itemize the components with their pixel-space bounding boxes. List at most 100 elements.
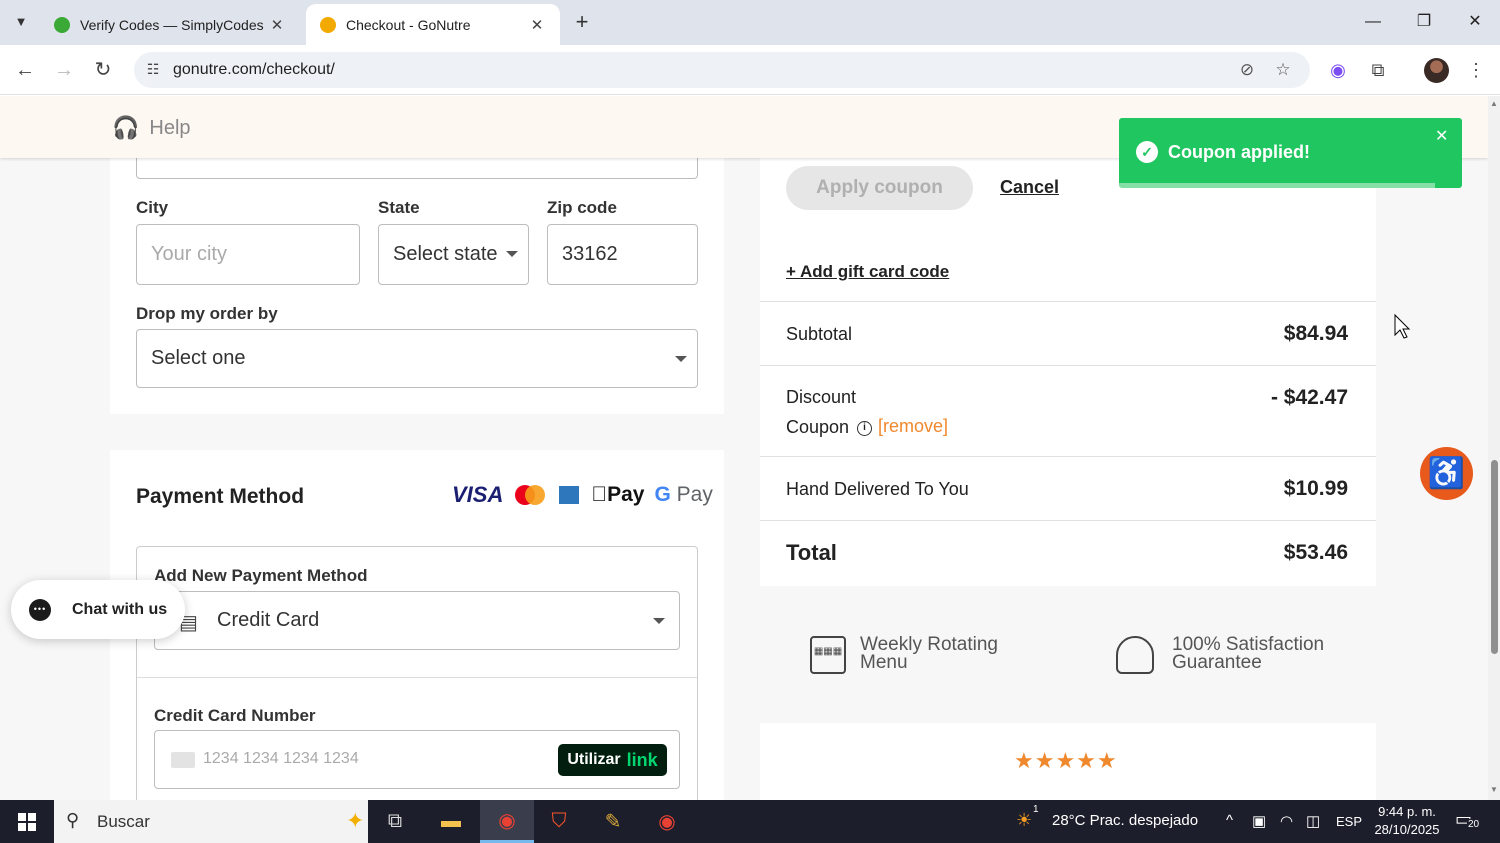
remove-coupon-link[interactable]: [remove]: [878, 416, 948, 437]
zip-value: 33162: [562, 243, 618, 265]
sparkle-icon: ✦: [346, 808, 365, 833]
clock-date: 28/10/2025: [1374, 822, 1440, 837]
windows-taskbar: ⚲ Buscar ✦ ⧉ ▬ ◉ ⛉ ✎ ◉ ☀ 1 28°C Prac. de…: [0, 800, 1500, 843]
apple-pay-logo-icon: Pay: [591, 483, 644, 506]
puzzle-icon[interactable]: ⧉: [1364, 56, 1392, 84]
speaker-icon[interactable]: ◫: [1306, 812, 1320, 830]
bookmark-star-icon[interactable]: ☆: [1272, 60, 1294, 82]
task-view-icon[interactable]: ⧉: [368, 800, 422, 843]
chef-hat-icon: [1116, 636, 1154, 674]
tab-search-button[interactable]: ▼: [6, 6, 36, 36]
accessibility-icon: ♿: [1427, 457, 1466, 490]
tab-gonutre-checkout[interactable]: Checkout - GoNutre ✕: [306, 4, 560, 45]
info-icon[interactable]: i: [857, 420, 873, 436]
restore-button[interactable]: ❐: [1401, 6, 1447, 38]
kebab-menu-icon[interactable]: ⋮: [1462, 56, 1490, 84]
accessibility-button[interactable]: ♿: [1420, 447, 1473, 500]
drop-order-value: Select one: [151, 347, 246, 369]
checkmark-icon: ✓: [1136, 141, 1158, 163]
forward-button[interactable]: →: [49, 55, 79, 85]
coupon-label: Coupon: [786, 417, 850, 437]
scroll-up-icon[interactable]: ▲: [1490, 100, 1498, 108]
browser-tab-bar: ▼ Verify Codes — SimplyCodes ✕ Checkout …: [0, 0, 1500, 45]
delivery-label: Hand Delivered To You: [786, 479, 969, 499]
dropdown-caret-icon: [675, 356, 687, 362]
app-icon[interactable]: ✎: [586, 800, 640, 843]
feature-weekly-menu: ▦▦▦ Weekly Rotating Menu: [810, 635, 998, 674]
chevron-up-icon[interactable]: ^: [1226, 812, 1233, 829]
url-text: gonutre.com/checkout/: [173, 61, 335, 78]
reload-button[interactable]: ↻: [88, 55, 118, 85]
notification-center-icon[interactable]: ▭ 20: [1455, 809, 1481, 830]
close-icon[interactable]: ✕: [1435, 126, 1448, 146]
minimize-button[interactable]: —: [1350, 6, 1396, 38]
mastercard-logo-icon: [515, 485, 546, 505]
cc-number-input[interactable]: 1234 1234 1234 1234 Utilizar link: [154, 730, 680, 789]
file-explorer-icon[interactable]: ▬: [424, 800, 478, 843]
stripe-link-button[interactable]: Utilizar link: [558, 744, 667, 776]
toast-progress-bar: [1119, 183, 1435, 188]
add-gift-card-link[interactable]: + Add gift card code: [786, 262, 949, 282]
wifi-icon[interactable]: ◠: [1280, 812, 1293, 830]
scroll-down-icon[interactable]: ▼: [1490, 786, 1498, 794]
weather-icon[interactable]: ☀: [1016, 810, 1032, 831]
search-icon: ⚲: [66, 810, 80, 830]
page-scrollbar[interactable]: ▲ ▼: [1488, 96, 1500, 800]
cc-number-label: Credit Card Number: [154, 706, 316, 725]
city-input[interactable]: Your city: [136, 224, 360, 285]
feature-satisfaction: 100% Satisfaction Guarantee: [1116, 635, 1324, 674]
language-indicator[interactable]: ESP: [1336, 814, 1362, 829]
city-placeholder: Your city: [151, 243, 227, 265]
weather-badge: 1: [1033, 804, 1039, 815]
device-icon[interactable]: ▣: [1252, 812, 1266, 830]
brave-icon[interactable]: ⛉: [532, 800, 586, 843]
apply-coupon-button[interactable]: Apply coupon: [786, 166, 973, 210]
eye-off-icon[interactable]: ⊘: [1236, 60, 1258, 82]
zip-input[interactable]: 33162: [547, 224, 698, 285]
cancel-coupon-link[interactable]: Cancel: [1000, 177, 1059, 198]
divider: [760, 456, 1376, 457]
chrome-icon[interactable]: ◉: [480, 800, 534, 843]
coupon-toast: ✓ Coupon applied! ✕: [1119, 118, 1462, 188]
close-icon[interactable]: ✕: [528, 16, 546, 34]
drop-order-select[interactable]: Select one: [136, 329, 698, 388]
discount-value: - $42.47: [1270, 386, 1348, 409]
cc-number-placeholder: 1234 1234 1234 1234: [203, 750, 359, 767]
city-label: City: [136, 198, 169, 217]
close-icon[interactable]: ✕: [268, 16, 286, 34]
tab-title: Checkout - GoNutre: [346, 16, 471, 33]
avatar[interactable]: [1424, 58, 1449, 83]
taskbar-search[interactable]: ⚲ Buscar ✦: [54, 800, 368, 843]
address-bar[interactable]: ☷ gonutre.com/checkout/ ⊘ ☆: [134, 52, 1310, 88]
divider: [760, 520, 1376, 521]
link-button-prefix: Utilizar: [567, 751, 621, 768]
chrome-profile-icon[interactable]: ◉: [640, 800, 694, 843]
state-select[interactable]: Select state: [378, 224, 529, 285]
extension-icon[interactable]: ◉: [1324, 56, 1352, 84]
taskbar-clock[interactable]: 9:44 p. m. 28/10/2025: [1372, 803, 1442, 839]
state-value: Select state: [393, 243, 498, 265]
chevron-down-icon: ▼: [14, 13, 28, 29]
notification-count: 20: [1467, 819, 1481, 830]
card-placeholder-icon: [171, 752, 195, 768]
rating-stars: ★★★★★: [1014, 748, 1118, 773]
chat-label: Chat with us: [72, 600, 168, 618]
site-info-icon[interactable]: ☷: [144, 61, 162, 79]
new-tab-button[interactable]: +: [568, 8, 596, 36]
chat-widget-button[interactable]: ••• Chat with us: [11, 580, 185, 639]
coupon-label-row: Coupon i: [786, 417, 873, 438]
scroll-thumb[interactable]: [1491, 460, 1498, 654]
delivery-value: $10.99: [1283, 477, 1348, 500]
payment-method-select[interactable]: ▤ Credit Card: [154, 591, 680, 650]
divider: [137, 677, 697, 678]
help-link[interactable]: 🎧 Help: [112, 115, 191, 141]
start-button[interactable]: [0, 800, 54, 843]
divider: [760, 365, 1376, 366]
dropdown-caret-icon: [506, 251, 518, 257]
tab-simplycodes[interactable]: Verify Codes — SimplyCodes ✕: [40, 4, 300, 45]
search-placeholder: Buscar: [97, 812, 150, 831]
visa-logo-icon: VISA: [452, 482, 504, 507]
weather-text[interactable]: 28°C Prac. despejado: [1052, 812, 1198, 829]
close-window-button[interactable]: ✕: [1452, 6, 1498, 38]
back-button[interactable]: ←: [10, 55, 40, 85]
